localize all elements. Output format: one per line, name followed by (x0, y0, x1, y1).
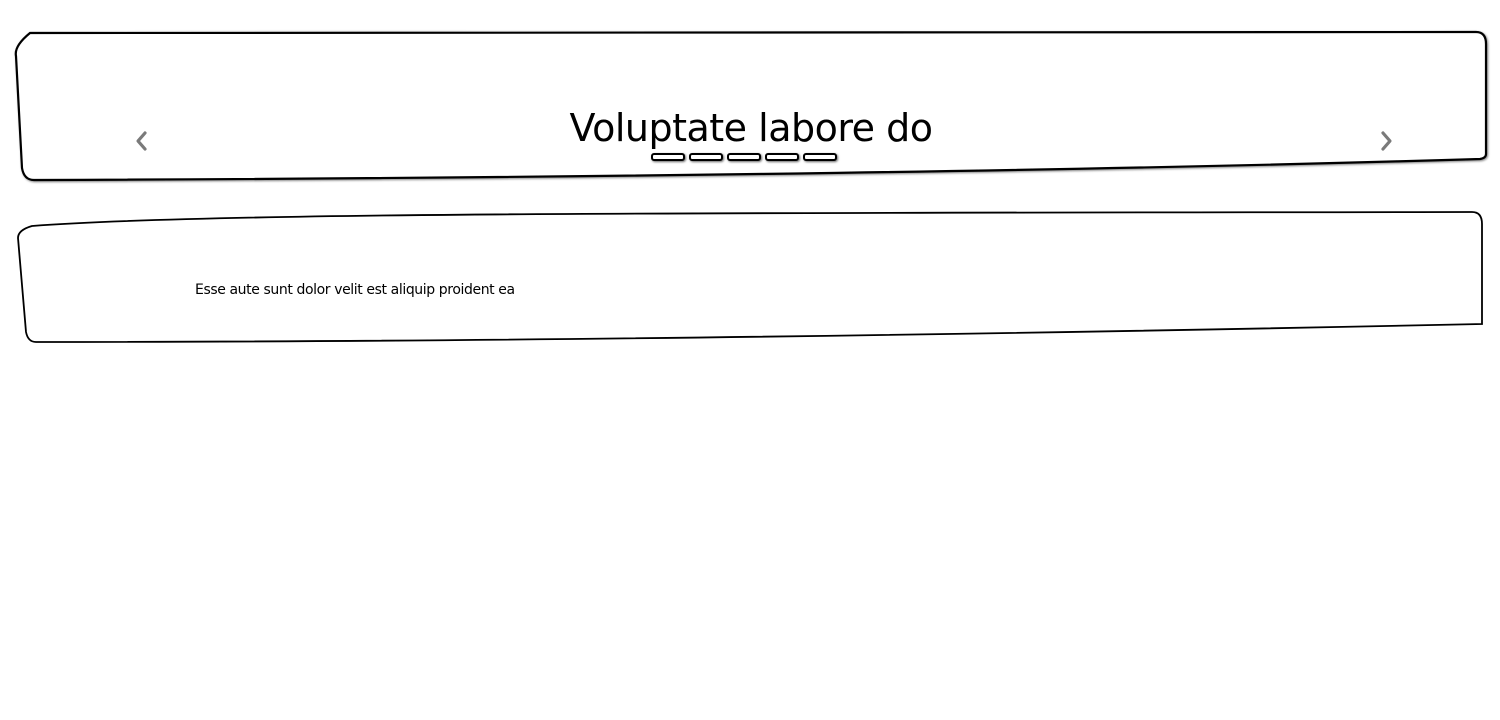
carousel-slide-title: Voluptate labore do (569, 106, 933, 150)
carousel-indicator-3[interactable] (727, 153, 761, 161)
carousel-indicator-2[interactable] (689, 153, 723, 161)
carousel-next-button[interactable] (1372, 126, 1402, 156)
carousel-indicator-4[interactable] (765, 153, 799, 161)
text-card (14, 210, 1488, 346)
carousel-indicator-5[interactable] (803, 153, 837, 161)
card-outline (17, 211, 1483, 343)
carousel-indicator-1[interactable] (651, 153, 685, 161)
carousel-indicators (651, 153, 837, 161)
card-text: Esse aute sunt dolor velit est aliquip p… (195, 282, 515, 298)
chevron-right-icon (1381, 131, 1392, 151)
page: Voluptate labore do Esse aute sunt dolor… (0, 0, 1500, 400)
